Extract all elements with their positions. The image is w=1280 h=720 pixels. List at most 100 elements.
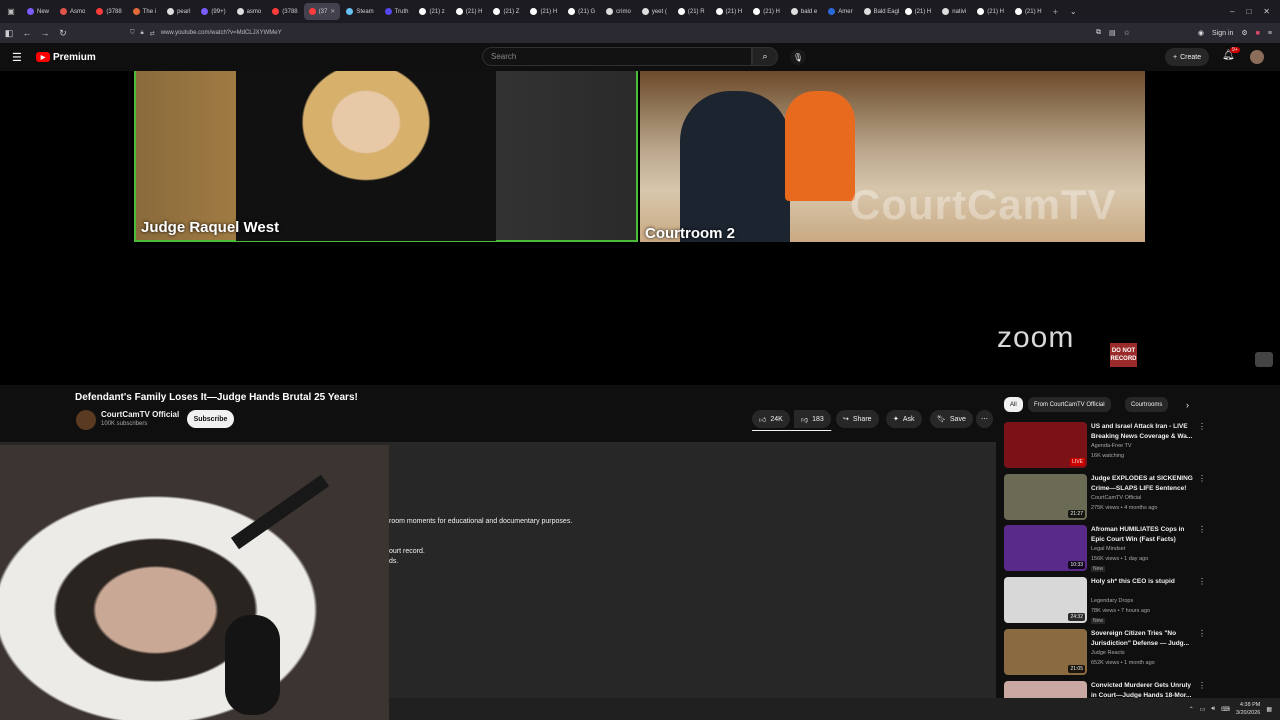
screenshot-icon[interactable]: ⧉ [1096,29,1101,37]
video-thumbnail[interactable]: 21:27 [1004,474,1087,520]
browser-tab[interactable]: Truth [380,3,414,20]
voice-search-button[interactable]: 🎙︎ [790,49,806,65]
video-thumbnail[interactable]: 21:05 [1004,629,1087,675]
browser-tab[interactable]: Bald Eagle [859,3,899,20]
permissions-icon[interactable]: ⇄ [150,30,155,37]
url-text[interactable]: www.youtube.com/watch?v=MdCLJXYWMeY [161,30,282,36]
tab-list-dropdown-icon[interactable]: ⌄ [1070,7,1077,16]
window-controls: – □ ✕ [1230,7,1280,16]
browser-tab[interactable]: (21) H [748,3,785,20]
browser-tab[interactable]: (3788 [267,3,302,20]
browser-tab[interactable]: bald e [786,3,822,20]
browser-tab[interactable]: crimo [601,3,636,20]
minimize-icon[interactable]: – [1230,7,1234,16]
like-button[interactable]: 👍︎ 24K [752,410,790,428]
create-button[interactable]: + Create [1165,48,1210,66]
chevron-right-icon[interactable]: › [1186,400,1189,410]
shield-icon[interactable]: ⛉ [130,30,135,37]
recommended-video[interactable]: 21:05 Sovereign Citizen Tries "No Jurisdi… [1004,629,1206,677]
new-tab-button[interactable]: + [1053,7,1058,17]
close-tab-icon[interactable]: ✕ [330,8,335,15]
guide-menu-icon[interactable]: ☰ [12,51,26,64]
browser-tab[interactable]: asmo [232,3,267,20]
browser-tab[interactable]: (21) H [1010,3,1047,20]
browser-tab[interactable]: (21) H [451,3,488,20]
browser-tab[interactable]: (37 ✕ [303,3,341,20]
browser-tab[interactable]: (21) R [673,3,710,20]
save-button[interactable]: 🔖︎ Save [930,410,973,428]
more-vertical-icon[interactable]: ⋮ [1198,474,1206,483]
recommended-video[interactable]: 24:32 Holy sh* this CEO is stupid Legendar… [1004,577,1206,625]
video-thumbnail[interactable]: 24:32 [1004,577,1087,623]
browser-tab[interactable]: (21) H [900,3,937,20]
browser-tab[interactable]: New [22,3,54,20]
recommended-video[interactable]: LIVE US and Israel Attack Iran - LIVE Bre… [1004,422,1206,470]
more-vertical-icon[interactable]: ⋮ [1198,577,1206,586]
close-window-icon[interactable]: ✕ [1263,7,1270,16]
more-vertical-icon[interactable]: ⋮ [1198,681,1206,690]
system-clock[interactable]: 4:38 PM 3/20/2026 [1236,701,1260,717]
network-icon[interactable]: ▭ [1200,706,1206,713]
browser-tab[interactable]: (21) G [563,3,600,20]
more-vertical-icon[interactable]: ⋮ [1198,525,1206,534]
tray-chevron-icon[interactable]: ⌃ [1189,706,1194,713]
tab-label: Asmo [70,8,86,15]
browser-tab[interactable]: (21) H [711,3,748,20]
browser-tab[interactable]: (3788 [91,3,126,20]
browser-tab[interactable]: The i [128,3,161,20]
browser-tab[interactable]: (99+) [196,3,230,20]
browser-tab[interactable]: (21) H [972,3,1009,20]
browser-tab[interactable]: pearl [162,3,195,20]
user-avatar[interactable] [1250,50,1264,64]
recommended-video[interactable]: 10:33 Afroman HUMILIATES Cops in Epic Cou… [1004,525,1206,573]
video-meta-text: 78K views • 7 hours ago [1091,608,1151,614]
back-icon[interactable]: ← [18,28,36,38]
chip-from-channel[interactable]: From CourtCamTV Official [1028,397,1111,412]
reader-icon[interactable]: ▤ [1109,29,1116,37]
account-icon[interactable]: ◉ [1198,29,1204,37]
browser-tab[interactable]: Asmo [55,3,90,20]
chip-courtrooms[interactable]: Courtrooms [1125,397,1169,412]
ask-button[interactable]: ✦ Ask [886,410,922,428]
more-vertical-icon[interactable]: ⋮ [1198,629,1206,638]
browser-tab[interactable]: nativi [937,3,971,20]
maximize-icon[interactable]: □ [1246,7,1251,16]
search-button[interactable]: ⌕ [752,47,778,66]
bookmark-star-icon[interactable]: ☆ [1124,29,1130,37]
share-button[interactable]: ↪ Share [836,410,879,428]
notification-center-icon[interactable]: ▦ [1266,706,1272,713]
menu-icon[interactable]: ≡ [1268,30,1272,37]
youtube-premium-logo[interactable]: ▶ Premium [36,52,96,63]
browser-tab[interactable]: (21) H [525,3,562,20]
browser-tab[interactable]: yeet ( [637,3,672,20]
tab-overview-icon[interactable]: ▣ [0,0,22,23]
more-vertical-icon[interactable]: ⋮ [1198,422,1206,431]
browser-tab[interactable]: (21) z [414,3,449,20]
browser-tab[interactable]: Steam [341,3,378,20]
channel-name-text: Judge Reacts [1091,650,1125,656]
forward-icon[interactable]: → [36,28,54,38]
browser-tab[interactable]: Amer [823,3,857,20]
language-icon[interactable]: ⌨ [1221,706,1230,713]
reload-icon[interactable]: ↻ [54,28,72,39]
channel-avatar[interactable] [76,410,96,430]
subscribe-button[interactable]: Subscribe [187,410,234,428]
browser-tab[interactable]: (21) Z [488,3,524,20]
more-actions-button[interactable]: ⋯ [976,410,993,428]
video-player[interactable]: Judge Raquel West CourtCamTV Courtroom 2… [0,71,1280,385]
recommended-video[interactable]: 21:27 Judge EXPLODES at SICKENING Crime—S… [1004,474,1206,522]
dislike-button[interactable]: 👎︎ 183 [794,410,831,428]
lock-icon[interactable]: 🔒︎ [141,30,144,37]
extension-badge-icon[interactable]: ■ [1256,30,1260,37]
microphone-icon: 🎙︎ [792,52,804,62]
search-input[interactable]: Search [482,47,752,66]
channel-name[interactable]: CourtCamTV Official [101,410,179,419]
chip-all[interactable]: All [1004,397,1023,412]
video-thumbnail[interactable]: LIVE [1004,422,1087,468]
signin-link[interactable]: Sign in [1212,30,1233,37]
video-thumbnail[interactable]: 10:33 [1004,525,1087,571]
extensions-icon[interactable]: ⚙ [1241,29,1247,37]
volume-icon[interactable]: 🔊︎ [1211,706,1215,713]
sidebar-toggle-icon[interactable]: ◧ [0,28,18,39]
address-bar[interactable]: ⛉ 🔒︎ ⇄ www.youtube.com/watch?v=MdCLJXYWM… [130,26,1050,40]
